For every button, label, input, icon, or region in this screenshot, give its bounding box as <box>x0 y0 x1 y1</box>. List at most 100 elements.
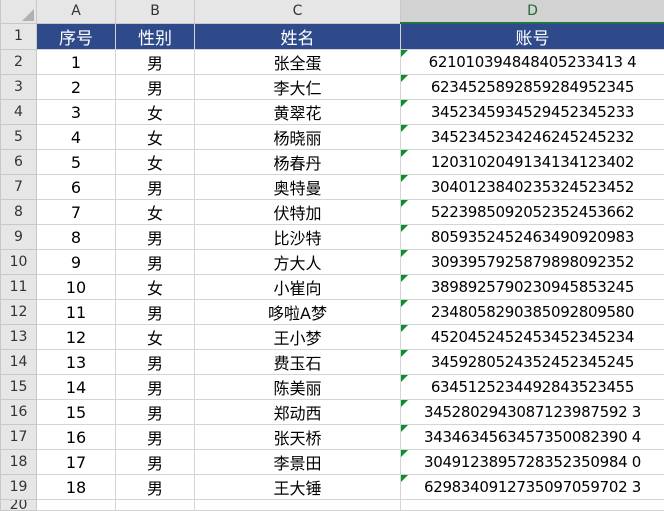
cell-seq[interactable]: 13 <box>37 350 116 375</box>
empty-cell[interactable] <box>116 500 195 511</box>
cell-seq[interactable]: 16 <box>37 425 116 450</box>
cell-account[interactable]: 6234525892859284952345 <box>401 75 664 100</box>
row-header[interactable]: 5 <box>1 125 37 150</box>
cell-account[interactable]: 6298340912735097059702 3 <box>401 475 664 500</box>
cell-seq[interactable]: 7 <box>37 200 116 225</box>
cell-gender[interactable]: 女 <box>116 100 195 125</box>
cell-seq[interactable]: 3 <box>37 100 116 125</box>
cell-gender[interactable]: 男 <box>116 250 195 275</box>
row-header[interactable]: 4 <box>1 100 37 125</box>
empty-cell[interactable] <box>401 500 664 511</box>
cell-gender[interactable]: 男 <box>116 425 195 450</box>
row-header[interactable]: 18 <box>1 450 37 475</box>
cell-seq[interactable]: 4 <box>37 125 116 150</box>
cell-name[interactable]: 张全蛋 <box>195 50 401 75</box>
row-header[interactable]: 7 <box>1 175 37 200</box>
cell-seq[interactable]: 18 <box>37 475 116 500</box>
row-header[interactable]: 3 <box>1 75 37 100</box>
cell-seq[interactable]: 2 <box>37 75 116 100</box>
cell-name[interactable]: 王小梦 <box>195 325 401 350</box>
column-header-a[interactable]: A <box>37 0 116 23</box>
cell-seq[interactable]: 14 <box>37 375 116 400</box>
cell-name[interactable]: 比沙特 <box>195 225 401 250</box>
cell-gender[interactable]: 男 <box>116 50 195 75</box>
cell-account[interactable]: 2348058290385092809580 <box>401 300 664 325</box>
cell-account[interactable]: 3049123895728352350984 0 <box>401 450 664 475</box>
cell-account[interactable]: 6345125234492843523455 <box>401 375 664 400</box>
select-all-corner[interactable] <box>1 0 37 23</box>
cell-name[interactable]: 杨春丹 <box>195 150 401 175</box>
cell-account[interactable]: 1203102049134134123402 <box>401 150 664 175</box>
row-header[interactable]: 10 <box>1 250 37 275</box>
cell-name[interactable]: 李景田 <box>195 450 401 475</box>
cell-account[interactable]: 8059352452463490920983 <box>401 225 664 250</box>
cell-gender[interactable]: 男 <box>116 175 195 200</box>
cell-gender[interactable]: 男 <box>116 225 195 250</box>
cell-gender[interactable]: 男 <box>116 350 195 375</box>
cell-name[interactable]: 方大人 <box>195 250 401 275</box>
header-cell-seq[interactable]: 序号 <box>37 23 116 50</box>
cell-account[interactable]: 5223985092052352453662 <box>401 200 664 225</box>
cell-account[interactable]: 3452802943087123987592 3 <box>401 400 664 425</box>
cell-name[interactable]: 黄翠花 <box>195 100 401 125</box>
cell-seq[interactable]: 17 <box>37 450 116 475</box>
cell-name[interactable]: 王大锤 <box>195 475 401 500</box>
row-header[interactable]: 12 <box>1 300 37 325</box>
cell-seq[interactable]: 11 <box>37 300 116 325</box>
cell-account[interactable]: 3434634563457350082390 4 <box>401 425 664 450</box>
column-header-b[interactable]: B <box>116 0 195 23</box>
cell-seq[interactable]: 15 <box>37 400 116 425</box>
empty-cell[interactable] <box>195 500 401 511</box>
cell-name[interactable]: 张天桥 <box>195 425 401 450</box>
row-header[interactable]: 8 <box>1 200 37 225</box>
cell-account[interactable]: 621010394848405233413 4 <box>401 50 664 75</box>
cell-gender[interactable]: 男 <box>116 300 195 325</box>
cell-seq[interactable]: 5 <box>37 150 116 175</box>
cell-account[interactable]: 3898925790230945853245 <box>401 275 664 300</box>
cell-account[interactable]: 4520452452453452345234 <box>401 325 664 350</box>
cell-name[interactable]: 奥特曼 <box>195 175 401 200</box>
row-header[interactable]: 19 <box>1 475 37 500</box>
header-cell-gender[interactable]: 性别 <box>116 23 195 50</box>
row-header[interactable]: 6 <box>1 150 37 175</box>
cell-account[interactable]: 3040123840235324523452 <box>401 175 664 200</box>
cell-gender[interactable]: 女 <box>116 200 195 225</box>
cell-name[interactable]: 郑动西 <box>195 400 401 425</box>
cell-seq[interactable]: 1 <box>37 50 116 75</box>
cell-gender[interactable]: 男 <box>116 475 195 500</box>
row-header[interactable]: 15 <box>1 375 37 400</box>
row-header[interactable]: 13 <box>1 325 37 350</box>
row-header[interactable]: 20 <box>1 500 37 511</box>
row-header[interactable]: 17 <box>1 425 37 450</box>
cell-name[interactable]: 费玉石 <box>195 350 401 375</box>
cell-name[interactable]: 小崔向 <box>195 275 401 300</box>
cell-name[interactable]: 伏特加 <box>195 200 401 225</box>
header-cell-account[interactable]: 账号 <box>401 23 664 50</box>
cell-gender[interactable]: 女 <box>116 325 195 350</box>
cell-name[interactable]: 陈美丽 <box>195 375 401 400</box>
row-header[interactable]: 11 <box>1 275 37 300</box>
cell-account[interactable]: 3093957925879898092352 <box>401 250 664 275</box>
row-header[interactable]: 2 <box>1 50 37 75</box>
cell-gender[interactable]: 男 <box>116 375 195 400</box>
row-header[interactable]: 14 <box>1 350 37 375</box>
cell-gender[interactable]: 男 <box>116 75 195 100</box>
cell-gender[interactable]: 女 <box>116 150 195 175</box>
column-header-c[interactable]: C <box>195 0 401 23</box>
cell-account[interactable]: 3452345234246245245232 <box>401 125 664 150</box>
header-cell-name[interactable]: 姓名 <box>195 23 401 50</box>
cell-seq[interactable]: 6 <box>37 175 116 200</box>
cell-account[interactable]: 3459280524352452345245 <box>401 350 664 375</box>
cell-seq[interactable]: 10 <box>37 275 116 300</box>
column-header-d[interactable]: D <box>401 0 664 23</box>
row-header[interactable]: 16 <box>1 400 37 425</box>
cell-gender[interactable]: 女 <box>116 125 195 150</box>
empty-cell[interactable] <box>37 500 116 511</box>
cell-name[interactable]: 李大仁 <box>195 75 401 100</box>
cell-seq[interactable]: 12 <box>37 325 116 350</box>
cell-seq[interactable]: 9 <box>37 250 116 275</box>
cell-seq[interactable]: 8 <box>37 225 116 250</box>
row-header[interactable]: 9 <box>1 225 37 250</box>
cell-name[interactable]: 杨晓丽 <box>195 125 401 150</box>
cell-gender[interactable]: 男 <box>116 400 195 425</box>
